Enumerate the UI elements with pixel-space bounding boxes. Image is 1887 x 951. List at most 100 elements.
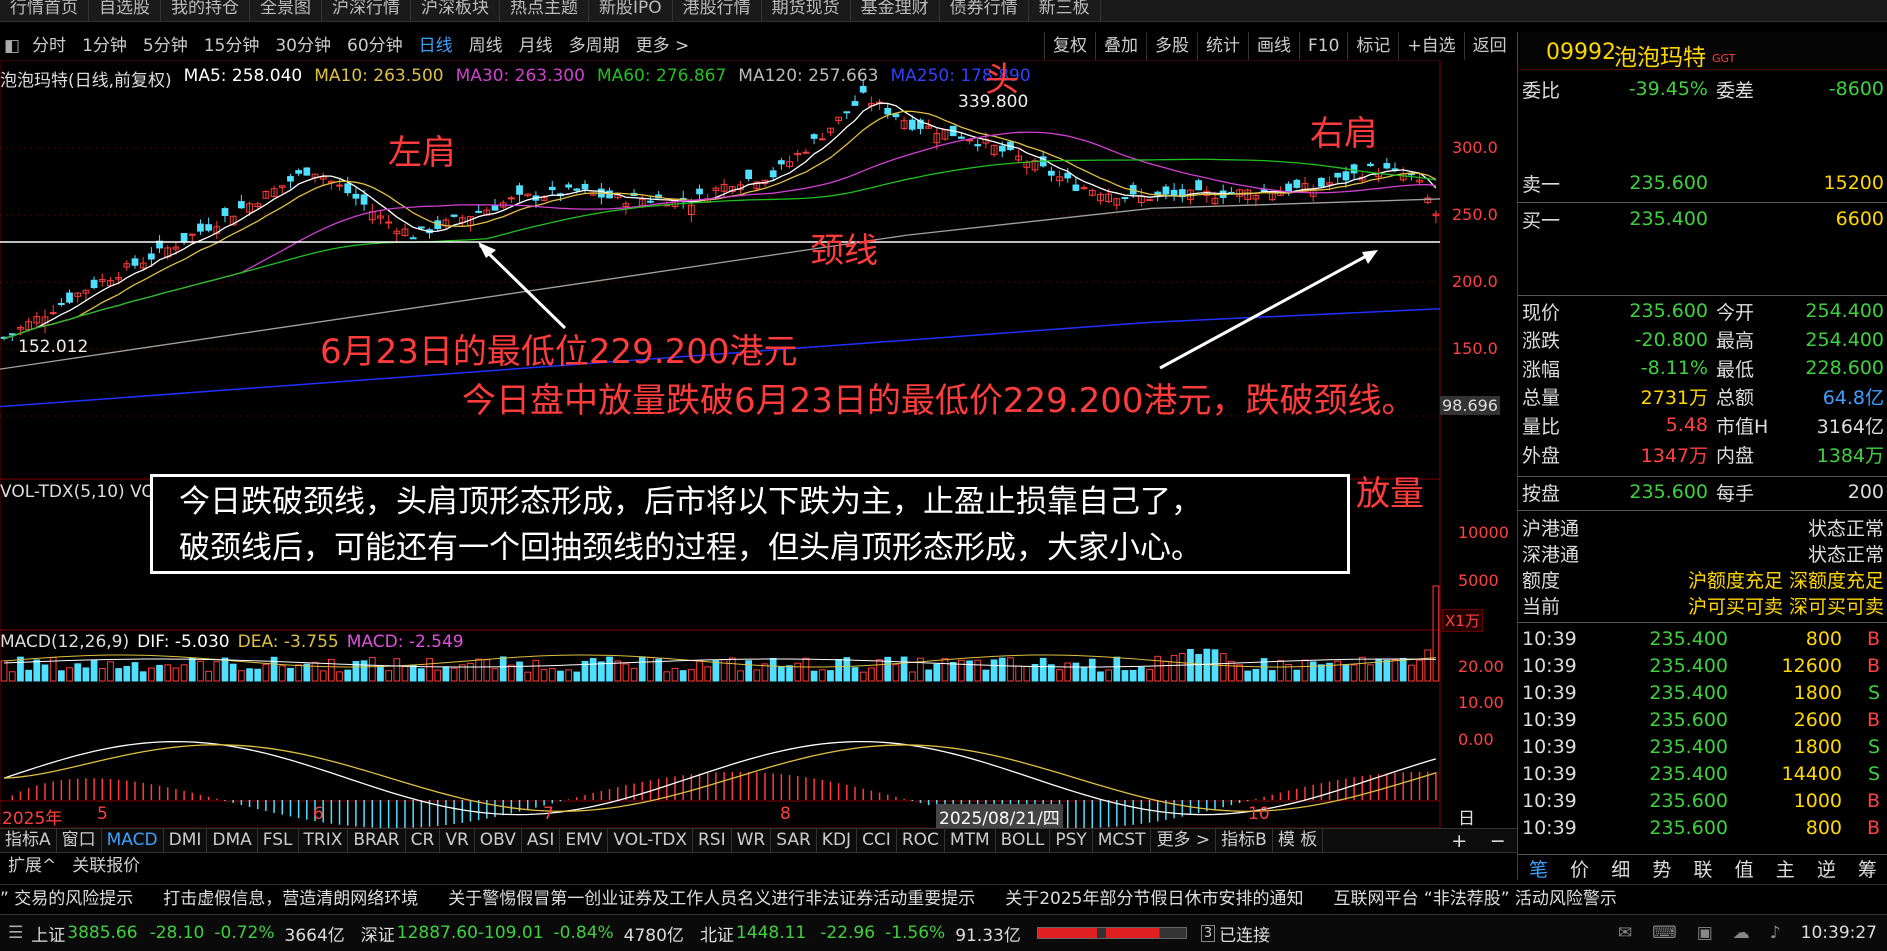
news-item[interactable]: 互联网平台 “非法荐股” 活动风险警示: [1333, 885, 1646, 914]
window-icon[interactable]: ◧: [0, 32, 24, 60]
toolbar-button[interactable]: 画线: [1248, 32, 1299, 60]
topnav-item[interactable]: 基金理财: [851, 0, 940, 21]
zoom-in-icon[interactable]: +: [1451, 830, 1467, 852]
indicator-tab[interactable]: FSL: [258, 829, 299, 852]
indicator-tab[interactable]: ASI: [522, 829, 561, 852]
topnav-item[interactable]: 债券行情: [940, 0, 1029, 21]
indicator-tab[interactable]: CCI: [857, 829, 897, 852]
topnav-item[interactable]: 热点主题: [500, 0, 589, 21]
panel-tab[interactable]: 主: [1776, 855, 1795, 881]
panel-tab[interactable]: 联: [1693, 855, 1712, 881]
indicator-tab[interactable]: PSY: [1050, 829, 1093, 852]
panel-tab[interactable]: 笔: [1529, 855, 1548, 881]
ma10-line: [3, 110, 1437, 340]
volume-bar: [786, 665, 793, 682]
toolbar-button[interactable]: 多股: [1146, 32, 1197, 60]
volume-bar: [1383, 659, 1391, 682]
topnav-item[interactable]: 沪深行情: [322, 0, 411, 21]
toolbar-button[interactable]: 复权: [1044, 32, 1095, 60]
topnav-item[interactable]: 自选股: [89, 0, 161, 21]
bell-icon[interactable]: ♪: [1770, 923, 1781, 943]
indicator-tab[interactable]: DMI: [164, 829, 208, 852]
volume-bar: [238, 670, 245, 682]
clock-time: 10:39:27: [1800, 923, 1877, 943]
indicator-tab[interactable]: EMV: [560, 829, 609, 852]
toolbar-button[interactable]: 标记: [1347, 32, 1398, 60]
panel-tab[interactable]: 筹: [1858, 855, 1877, 881]
topnav-item[interactable]: 新三板: [1029, 0, 1101, 21]
panel-tab[interactable]: 细: [1611, 855, 1630, 881]
candle-body: [998, 145, 1006, 152]
indicator-tab[interactable]: MTM: [945, 829, 996, 852]
indicator-tab[interactable]: BOLL: [996, 829, 1051, 852]
candle-body: [336, 184, 343, 187]
toolbar-button[interactable]: 叠加: [1095, 32, 1146, 60]
indicator-tab[interactable]: ROC: [897, 829, 945, 852]
news-item[interactable]: 关于警惕假冒第一创业证券及工作人员名义进行非法证券活动重要提示: [448, 885, 1005, 914]
toolbar-button[interactable]: +自选: [1398, 32, 1463, 60]
mail-icon[interactable]: ✉: [1618, 923, 1632, 943]
zoom-out-icon[interactable]: −: [1490, 830, 1506, 852]
related-quote-tab[interactable]: 关联报价: [64, 853, 148, 880]
volume-bar: [1056, 669, 1063, 682]
indicator-tab[interactable]: SAR: [771, 829, 817, 852]
topnav-item[interactable]: 行情首页: [0, 0, 89, 21]
indicator-tab[interactable]: 指标B: [1216, 829, 1273, 852]
indicator-tab[interactable]: DMA: [207, 829, 258, 852]
toolbar-button[interactable]: F10: [1299, 32, 1347, 60]
indicator-tab[interactable]: MCST: [1093, 829, 1152, 852]
indicator-tab[interactable]: 窗口: [57, 829, 102, 852]
period-tab[interactable]: 多周期: [561, 32, 628, 60]
indicator-tab[interactable]: WR: [732, 829, 772, 852]
toolbar-button[interactable]: 统计: [1197, 32, 1248, 60]
indicator-tab[interactable]: MACD: [102, 829, 164, 852]
volume-bar: [1277, 659, 1284, 682]
indicator-tab[interactable]: VOL-TDX: [608, 829, 693, 852]
period-tab[interactable]: 日线: [411, 32, 461, 60]
indicator-tab[interactable]: CR: [406, 829, 441, 852]
period-tab[interactable]: 分时: [24, 32, 74, 60]
indicator-tab[interactable]: 指标A: [0, 829, 57, 852]
macd-dea: DEA: -3.755: [237, 632, 339, 652]
period-tab[interactable]: 60分钟: [339, 32, 411, 60]
news-item[interactable]: 打击虚假信息，营造清朗网络环境: [163, 885, 448, 914]
picture-icon[interactable]: ▣: [1697, 923, 1713, 943]
panel-tab[interactable]: 值: [1735, 855, 1754, 881]
period-tab[interactable]: 月线: [511, 32, 561, 60]
indicator-tab[interactable]: VR: [440, 829, 475, 852]
period-tab[interactable]: 15分钟: [196, 32, 268, 60]
topnav-item[interactable]: 港股行情: [673, 0, 762, 21]
topnav-item[interactable]: 全景图: [250, 0, 322, 21]
period-tab[interactable]: 更多 >: [628, 32, 698, 60]
topnav-item[interactable]: 我的持仓: [161, 0, 250, 21]
indicator-tab[interactable]: OBV: [475, 829, 522, 852]
indicator-tab[interactable]: KDJ: [817, 829, 858, 852]
cloud-icon[interactable]: ☁: [1733, 923, 1750, 943]
expand-tab[interactable]: 扩展^: [0, 853, 64, 880]
indicator-tab[interactable]: RSI: [693, 829, 732, 852]
ma120-line: [907, 198, 1441, 236]
indicator-tab[interactable]: 模 板: [1273, 829, 1324, 852]
news-item[interactable]: ” 交易的风险提示: [0, 885, 163, 914]
ma30-label: MA30: 263.300: [455, 66, 585, 86]
period-tab[interactable]: 30分钟: [267, 32, 339, 60]
indicator-tab[interactable]: BRAR: [348, 829, 406, 852]
keyboard-icon[interactable]: ⌨: [1652, 923, 1677, 943]
period-tab[interactable]: 周线: [461, 32, 511, 60]
kline-chart[interactable]: [0, 60, 1517, 828]
menu-icon[interactable]: ☰: [0, 923, 31, 943]
period-tab[interactable]: 5分钟: [135, 32, 196, 60]
panel-tab[interactable]: 逆: [1817, 855, 1836, 881]
indicator-tab[interactable]: TRIX: [299, 829, 349, 852]
toolbar-button[interactable]: 返回: [1463, 32, 1515, 60]
news-item[interactable]: 关于2025年部分节假日休市安排的通知: [1005, 885, 1333, 914]
indicator-tab[interactable]: 更多 >: [1151, 829, 1217, 852]
topnav-item[interactable]: 新股IPO: [589, 0, 673, 21]
topnav-item[interactable]: 期货现货: [762, 0, 851, 21]
topnav-item[interactable]: 沪深板块: [411, 0, 500, 21]
volume-bar: [467, 662, 474, 682]
panel-tab[interactable]: 势: [1652, 855, 1671, 881]
period-tab[interactable]: 1分钟: [74, 32, 135, 60]
panel-tab[interactable]: 价: [1570, 855, 1589, 881]
volume-bar: [1154, 655, 1162, 682]
